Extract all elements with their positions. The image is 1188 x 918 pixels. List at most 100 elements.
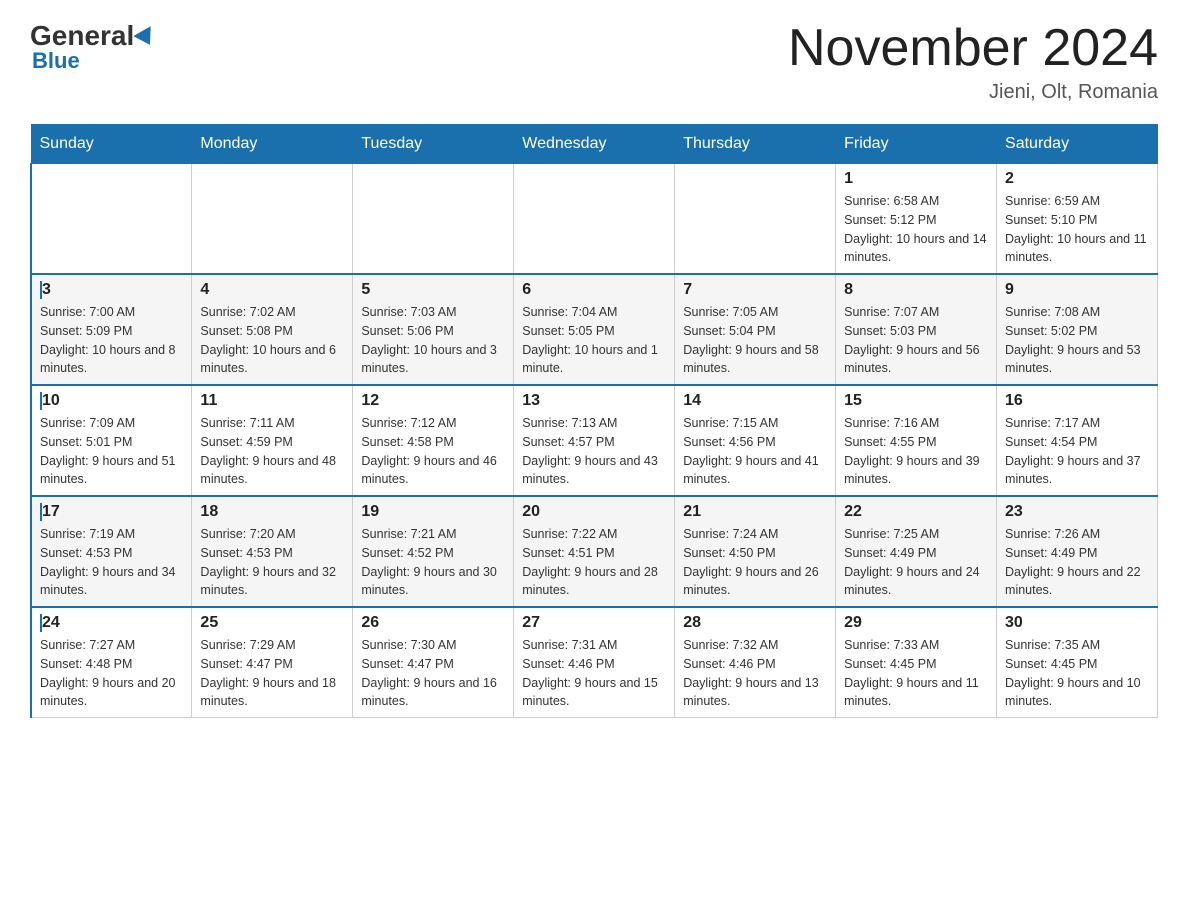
day-info: Sunrise: 7:31 AMSunset: 4:46 PMDaylight:… [522,636,666,711]
day-info: Sunrise: 7:29 AMSunset: 4:47 PMDaylight:… [200,636,344,711]
location-label: Jieni, Olt, Romania [788,81,1158,104]
calendar-cell-w2-d4: 6 Sunrise: 7:04 AMSunset: 5:05 PMDaylight… [514,274,675,385]
day-number: 11 [200,392,344,410]
day-info: Sunrise: 7:05 AMSunset: 5:04 PMDaylight:… [683,303,827,378]
day-info: Sunrise: 7:25 AMSunset: 4:49 PMDaylight:… [844,525,988,600]
day-info: Sunrise: 7:22 AMSunset: 4:51 PMDaylight:… [522,525,666,600]
col-saturday: Saturday [997,125,1158,164]
calendar-cell-w4-d4: 20 Sunrise: 7:22 AMSunset: 4:51 PMDayligh… [514,496,675,607]
day-number: 10 [40,392,183,410]
day-number: 23 [1005,503,1149,521]
day-info: Sunrise: 7:00 AMSunset: 5:09 PMDaylight:… [40,303,183,378]
col-sunday: Sunday [31,125,192,164]
day-number: 12 [361,392,505,410]
logo-arrow-icon [134,26,159,50]
day-info: Sunrise: 7:26 AMSunset: 4:49 PMDaylight:… [1005,525,1149,600]
col-tuesday: Tuesday [353,125,514,164]
day-info: Sunrise: 7:17 AMSunset: 4:54 PMDaylight:… [1005,414,1149,489]
day-info: Sunrise: 7:27 AMSunset: 4:48 PMDaylight:… [40,636,183,711]
day-info: Sunrise: 7:30 AMSunset: 4:47 PMDaylight:… [361,636,505,711]
day-number: 26 [361,614,505,632]
day-number: 30 [1005,614,1149,632]
calendar-cell-w1-d2 [192,164,353,275]
day-number: 13 [522,392,666,410]
calendar-cell-w3-d1: 10 Sunrise: 7:09 AMSunset: 5:01 PMDayligh… [31,385,192,496]
day-info: Sunrise: 7:16 AMSunset: 4:55 PMDaylight:… [844,414,988,489]
calendar-cell-w4-d5: 21Sunrise: 7:24 AMSunset: 4:50 PMDayligh… [675,496,836,607]
calendar-week-2: 3 Sunrise: 7:00 AMSunset: 5:09 PMDaylight… [31,274,1158,385]
calendar-title: November 2024 [788,20,1158,77]
calendar-cell-w4-d3: 19 Sunrise: 7:21 AMSunset: 4:52 PMDayligh… [353,496,514,607]
day-number: 21 [683,503,827,521]
calendar-cell-w3-d2: 11 Sunrise: 7:11 AMSunset: 4:59 PMDayligh… [192,385,353,496]
day-number: 29 [844,614,988,632]
calendar-cell-w5-d5: 28 Sunrise: 7:32 AMSunset: 4:46 PMDayligh… [675,607,836,718]
calendar-cell-w4-d1: 17 Sunrise: 7:19 AMSunset: 4:53 PMDayligh… [31,496,192,607]
day-number: 20 [522,503,666,521]
day-number: 17 [40,503,183,521]
col-thursday: Thursday [675,125,836,164]
calendar-header-row: Sunday Monday Tuesday Wednesday Thursday… [31,125,1158,164]
day-number: 22 [844,503,988,521]
calendar-cell-w1-d1 [31,164,192,275]
calendar-cell-w3-d6: 15 Sunrise: 7:16 AMSunset: 4:55 PMDayligh… [836,385,997,496]
calendar-cell-w3-d4: 13 Sunrise: 7:13 AMSunset: 4:57 PMDayligh… [514,385,675,496]
calendar-cell-w2-d7: 9 Sunrise: 7:08 AMSunset: 5:02 PMDaylight… [997,274,1158,385]
calendar-cell-w2-d1: 3 Sunrise: 7:00 AMSunset: 5:09 PMDaylight… [31,274,192,385]
day-info: Sunrise: 7:08 AMSunset: 5:02 PMDaylight:… [1005,303,1149,378]
day-number: 27 [522,614,666,632]
calendar-table: Sunday Monday Tuesday Wednesday Thursday… [30,124,1158,718]
calendar-week-5: 24 Sunrise: 7:27 AMSunset: 4:48 PMDayligh… [31,607,1158,718]
calendar-cell-w5-d7: 30 Sunrise: 7:35 AMSunset: 4:45 PMDayligh… [997,607,1158,718]
day-info: Sunrise: 7:09 AMSunset: 5:01 PMDaylight:… [40,414,183,489]
day-info: Sunrise: 6:59 AMSunset: 5:10 PMDaylight:… [1005,192,1149,267]
day-info: Sunrise: 7:07 AMSunset: 5:03 PMDaylight:… [844,303,988,378]
day-info: Sunrise: 7:19 AMSunset: 4:53 PMDaylight:… [40,525,183,600]
calendar-week-1: 1Sunrise: 6:58 AMSunset: 5:12 PMDaylight… [31,164,1158,275]
col-wednesday: Wednesday [514,125,675,164]
day-info: Sunrise: 7:04 AMSunset: 5:05 PMDaylight:… [522,303,666,378]
calendar-cell-w5-d6: 29 Sunrise: 7:33 AMSunset: 4:45 PMDayligh… [836,607,997,718]
calendar-cell-w4-d7: 23 Sunrise: 7:26 AMSunset: 4:49 PMDayligh… [997,496,1158,607]
day-number: 24 [40,614,183,632]
day-info: Sunrise: 7:13 AMSunset: 4:57 PMDaylight:… [522,414,666,489]
day-number: 2 [1005,170,1149,188]
calendar-cell-w2-d6: 8 Sunrise: 7:07 AMSunset: 5:03 PMDaylight… [836,274,997,385]
calendar-cell-w5-d2: 25 Sunrise: 7:29 AMSunset: 4:47 PMDayligh… [192,607,353,718]
day-number: 28 [683,614,827,632]
day-number: 15 [844,392,988,410]
day-number: 14 [683,392,827,410]
calendar-cell-w5-d4: 27 Sunrise: 7:31 AMSunset: 4:46 PMDayligh… [514,607,675,718]
day-info: Sunrise: 7:32 AMSunset: 4:46 PMDaylight:… [683,636,827,711]
day-info: Sunrise: 7:33 AMSunset: 4:45 PMDaylight:… [844,636,988,711]
col-monday: Monday [192,125,353,164]
calendar-cell-w3-d3: 12 Sunrise: 7:12 AMSunset: 4:58 PMDayligh… [353,385,514,496]
day-number: 25 [200,614,344,632]
logo-blue-label: Blue [32,48,80,74]
day-info: Sunrise: 7:21 AMSunset: 4:52 PMDaylight:… [361,525,505,600]
calendar-week-3: 10 Sunrise: 7:09 AMSunset: 5:01 PMDayligh… [31,385,1158,496]
day-number: 19 [361,503,505,521]
day-info: Sunrise: 7:02 AMSunset: 5:08 PMDaylight:… [200,303,344,378]
day-info: Sunrise: 7:12 AMSunset: 4:58 PMDaylight:… [361,414,505,489]
day-info: Sunrise: 7:35 AMSunset: 4:45 PMDaylight:… [1005,636,1149,711]
calendar-cell-w1-d3 [353,164,514,275]
day-info: Sunrise: 7:20 AMSunset: 4:53 PMDaylight:… [200,525,344,600]
calendar-cell-w5-d3: 26 Sunrise: 7:30 AMSunset: 4:47 PMDayligh… [353,607,514,718]
day-number: 6 [522,281,666,299]
calendar-cell-w2-d2: 4 Sunrise: 7:02 AMSunset: 5:08 PMDaylight… [192,274,353,385]
day-number: 8 [844,281,988,299]
calendar-cell-w5-d1: 24 Sunrise: 7:27 AMSunset: 4:48 PMDayligh… [31,607,192,718]
calendar-cell-w4-d6: 22 Sunrise: 7:25 AMSunset: 4:49 PMDayligh… [836,496,997,607]
day-number: 3 [40,281,183,299]
day-number: 18 [200,503,344,521]
day-number: 4 [200,281,344,299]
day-info: Sunrise: 6:58 AMSunset: 5:12 PMDaylight:… [844,192,988,267]
title-block: November 2024 Jieni, Olt, Romania [788,20,1158,104]
day-number: 9 [1005,281,1149,299]
calendar-cell-w4-d2: 18 Sunrise: 7:20 AMSunset: 4:53 PMDayligh… [192,496,353,607]
page-header: General Blue November 2024 Jieni, Olt, R… [30,20,1158,104]
calendar-cell-w2-d5: 7Sunrise: 7:05 AMSunset: 5:04 PMDaylight… [675,274,836,385]
calendar-cell-w2-d3: 5Sunrise: 7:03 AMSunset: 5:06 PMDaylight… [353,274,514,385]
day-info: Sunrise: 7:11 AMSunset: 4:59 PMDaylight:… [200,414,344,489]
